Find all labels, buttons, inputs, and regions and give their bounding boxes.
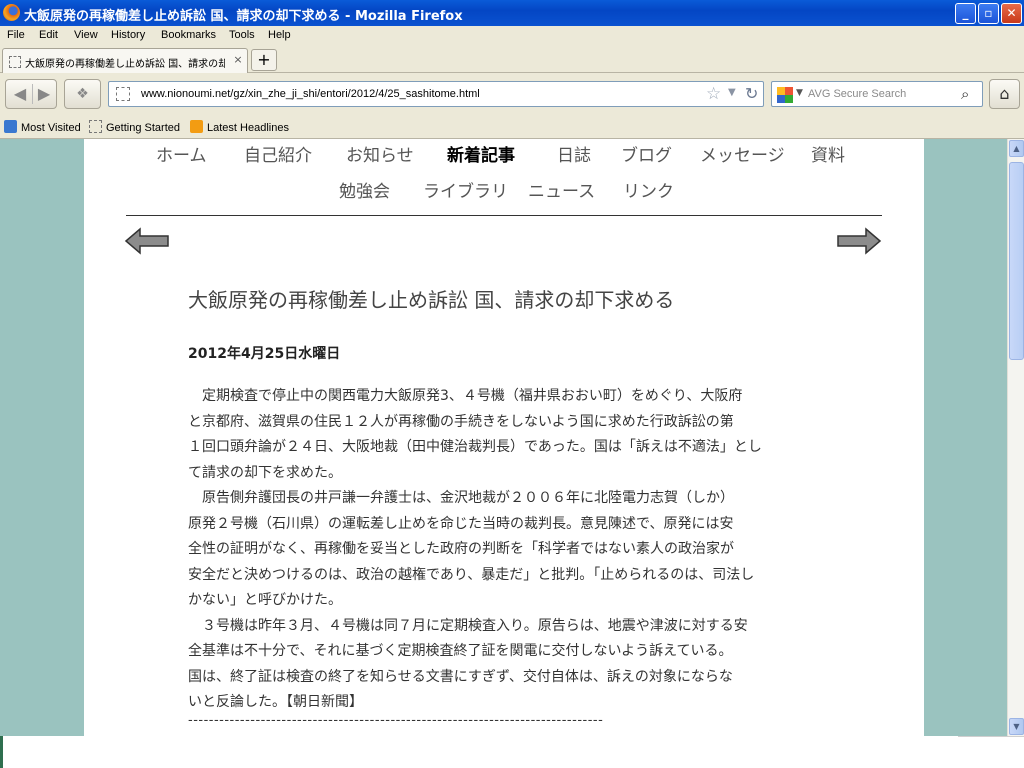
bookmark-most-visited[interactable]: Most Visited: [4, 120, 81, 134]
article-body: 定期検査で停止中の関西電力大飯原発3、４号機（福井県おおい町）をめぐり、大阪府 …: [188, 384, 820, 716]
nav-message[interactable]: メッセージ: [700, 141, 785, 166]
menu-bar: File Edit View History Bookmarks Tools H…: [0, 26, 1024, 46]
most-visited-icon: [4, 120, 17, 133]
nav-blog[interactable]: ブログ: [621, 141, 672, 166]
bookmark-star-icon[interactable]: ☆: [706, 84, 721, 104]
nav-divider: [126, 215, 882, 216]
nav-diary[interactable]: 日誌: [557, 141, 591, 166]
article-line: 定期検査で停止中の関西電力大飯原発3、４号機（福井県おおい町）をめぐり、大阪府: [188, 388, 743, 404]
search-bar[interactable]: ▼ AVG Secure Search ⌕: [771, 81, 983, 107]
nav-links[interactable]: リンク: [623, 177, 674, 202]
bookmark-label: Most Visited: [21, 122, 81, 134]
tab-bar: 大飯原発の再稼働差し止め訴訟 国、請求の却下求める × +: [0, 46, 1024, 73]
maximize-button[interactable]: ▫: [978, 3, 999, 24]
tab-close-icon[interactable]: ×: [231, 53, 245, 67]
nav-home[interactable]: ホーム: [156, 141, 207, 166]
article-line: １回口頭弁論が２４日、大阪地裁（田中健治裁判長）であった。国は「訴えは不適法」と…: [188, 439, 762, 455]
menu-tools[interactable]: Tools: [229, 29, 255, 41]
nav-news[interactable]: ニュース: [528, 177, 595, 202]
engine-dropdown-icon[interactable]: ▼: [796, 88, 803, 98]
vertical-scrollbar[interactable]: ▲ ▼: [1007, 139, 1024, 736]
window-titlebar: 大飯原発の再稼働差し止め訴訟 国、請求の却下求める - Mozilla Fire…: [0, 0, 1024, 26]
url-text[interactable]: www.nionoumi.net/gz/xin_zhe_ji_shi/entor…: [141, 88, 480, 100]
article-line: 全性の証明がなく、再稼働を妥当とした政府の判断を「科学者ではない素人の政治家が: [188, 541, 734, 557]
article-line: ３号機は昨年３月、４号機は同７月に定期検査入り。原告らは、地震や津波に対する安: [188, 617, 748, 634]
reload-icon[interactable]: ↻: [745, 84, 758, 103]
previous-arrow-icon[interactable]: [124, 227, 170, 255]
menu-history[interactable]: History: [111, 29, 145, 41]
status-bar: [0, 736, 1024, 768]
status-divider: [958, 736, 1024, 737]
article-line: 国は、終了証は検査の終了を知らせる文書にすぎず、交付自体は、訴えの対象にならな: [188, 668, 733, 685]
speed-dial-icon[interactable]: ❖: [64, 79, 101, 109]
article-line: 安全だと決めつけるのは、政治の越権であり、暴走だ」と批判。「止められるのは、司法…: [188, 566, 755, 583]
article-line: かない」と呼びかけた。: [188, 592, 342, 608]
menu-file[interactable]: File: [7, 29, 25, 41]
nav-study[interactable]: 勉強会: [339, 177, 390, 202]
scroll-up-icon[interactable]: ▲: [1009, 140, 1024, 157]
button-divider: [32, 84, 33, 104]
article-line: と京都府、滋賀県の住民１２人が再稼働の手続きをしないよう国に求めた行政訴訟の第: [188, 413, 734, 430]
home-icon[interactable]: ⌂: [989, 79, 1020, 109]
nav-new-articles[interactable]: 新着記事: [447, 141, 515, 166]
close-window-button[interactable]: ✕: [1001, 3, 1022, 24]
address-bar[interactable]: www.nionoumi.net/gz/xin_zhe_ji_shi/entor…: [108, 81, 764, 107]
avg-engine-icon[interactable]: [777, 87, 793, 103]
back-icon[interactable]: ◀: [10, 80, 30, 108]
bookmark-label: Latest Headlines: [207, 122, 289, 134]
menu-view[interactable]: View: [74, 29, 98, 41]
page-viewport: ホーム 自己紹介 お知らせ 新着記事 日誌 ブログ メッセージ 資料 勉強会 ラ…: [0, 139, 1007, 736]
forward-icon[interactable]: ▶: [34, 80, 54, 108]
page-icon: [89, 120, 102, 133]
menu-help[interactable]: Help: [268, 29, 291, 41]
search-icon[interactable]: ⌕: [961, 85, 969, 103]
page-favicon-icon: [9, 56, 21, 68]
page-content: ホーム 自己紹介 お知らせ 新着記事 日誌 ブログ メッセージ 資料 勉強会 ラ…: [84, 139, 924, 736]
navigation-toolbar: ◀ ▶ ❖ www.nionoumi.net/gz/xin_zhe_ji_shi…: [0, 73, 1024, 116]
history-dropdown-icon[interactable]: ▼: [728, 87, 736, 98]
nav-library[interactable]: ライブラリ: [423, 177, 508, 202]
new-tab-button[interactable]: +: [251, 49, 277, 71]
next-arrow-icon[interactable]: [836, 227, 882, 255]
menu-bookmarks[interactable]: Bookmarks: [161, 29, 216, 41]
article-title: 大飯原発の再稼働差し止め訴訟 国、請求の却下求める: [188, 288, 675, 312]
article-line: いと反論した。【朝日新聞】: [188, 694, 363, 710]
search-input[interactable]: AVG Secure Search: [808, 88, 906, 100]
bookmark-latest-headlines[interactable]: Latest Headlines: [190, 120, 289, 134]
scrollbar-thumb[interactable]: [1009, 162, 1024, 360]
back-forward-buttons: ◀ ▶: [5, 79, 57, 109]
article-date: 2012年4月25日水曜日: [188, 346, 341, 362]
nav-profile[interactable]: 自己紹介: [244, 141, 312, 166]
nav-materials[interactable]: 資料: [811, 141, 845, 166]
article-line: 全基準は不十分で、それに基づく定期検査終了証を関電に交付しないよう訴えている。: [188, 643, 733, 659]
article-divider: ----------------------------------------…: [188, 713, 604, 728]
rss-feed-icon: [190, 120, 203, 133]
article-line: 原発２号機（石川県）の運転差し止めを命じた当時の裁判長。意見陳述で、原発には安: [188, 515, 734, 532]
bookmarks-toolbar: Most Visited Getting Started Latest Head…: [0, 116, 1024, 139]
firefox-logo-icon: [3, 4, 20, 21]
tab-active[interactable]: 大飯原発の再稼働差し止め訴訟 国、請求の却下求める ×: [2, 48, 248, 73]
scroll-down-icon[interactable]: ▼: [1009, 718, 1024, 735]
window-edge: [0, 736, 3, 768]
bookmark-label: Getting Started: [106, 122, 180, 134]
minimize-button[interactable]: _: [955, 3, 976, 24]
article-line: 原告側弁護団長の井戸謙一弁護士は、金沢地裁が２００６年に北陸電力志賀（しか）: [188, 490, 734, 506]
nav-notices[interactable]: お知らせ: [346, 141, 414, 166]
bookmark-getting-started[interactable]: Getting Started: [89, 120, 180, 134]
tab-label: 大飯原発の再稼働差し止め訴訟 国、請求の却下求める: [25, 59, 225, 70]
site-identity-icon[interactable]: [116, 87, 130, 101]
window-title: 大飯原発の再稼働差し止め訴訟 国、請求の却下求める - Mozilla Fire…: [24, 9, 463, 24]
menu-edit[interactable]: Edit: [39, 29, 58, 41]
article-line: て請求の却下を求めた。: [188, 464, 342, 481]
